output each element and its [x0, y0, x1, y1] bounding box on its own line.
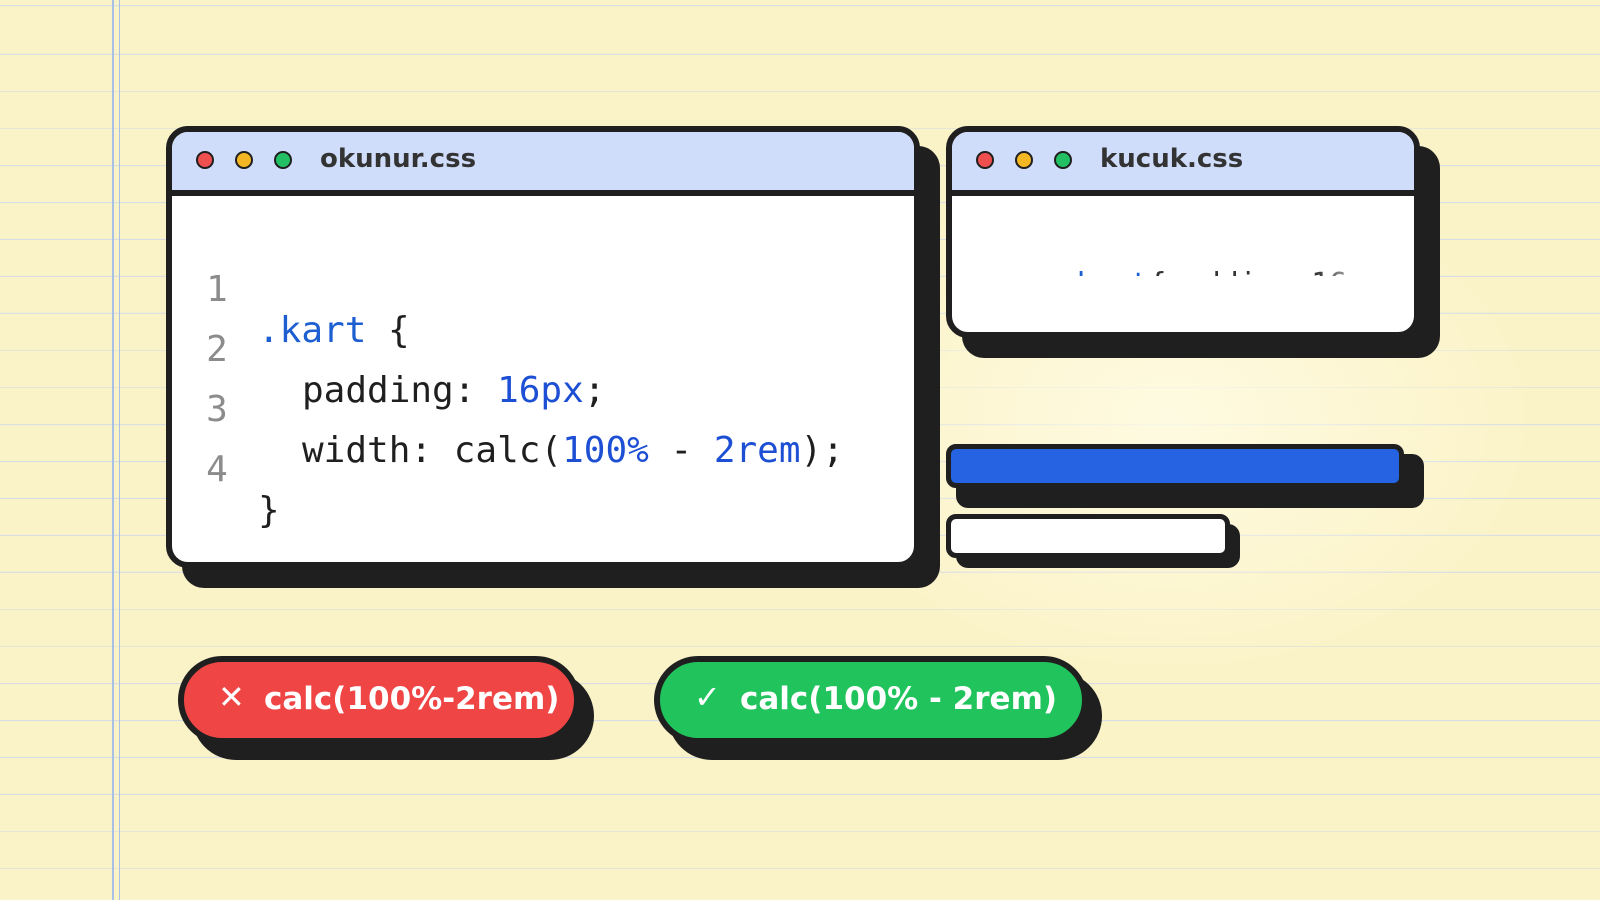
maximize-dot-icon[interactable]: [274, 151, 292, 169]
line-number: 4: [206, 449, 228, 490]
code-block: 1 .kart { 2 padding: 16px; 3 width: calc…: [202, 228, 892, 531]
code-operator: -: [648, 430, 714, 471]
css-value: 16px: [497, 370, 584, 411]
minified-code: .kart{padding:16px;wid: [986, 232, 1386, 276]
window-titlebar: kucuk.css: [952, 132, 1414, 196]
text-fade-overlay: [1316, 232, 1386, 276]
width-bar-white: [946, 514, 1230, 558]
notebook-margin-line: [112, 0, 114, 900]
minimize-dot-icon[interactable]: [1015, 151, 1033, 169]
width-bar-blue: [946, 444, 1404, 488]
code-line-3: 3 width: calc(100% - 2rem);: [202, 348, 844, 471]
code-window-readable: okunur.css 1 .kart { 2 padding: 16px; 3 …: [166, 126, 940, 588]
wrong-syntax-badge: ✕ calc(100%-2rem): [178, 656, 580, 744]
window-titlebar: okunur.css: [172, 132, 914, 196]
css-value: 2rem: [713, 430, 801, 471]
code-text: }: [258, 490, 280, 531]
close-dot-icon[interactable]: [196, 151, 214, 169]
window-title: kucuk.css: [1100, 144, 1244, 174]
minimize-dot-icon[interactable]: [235, 151, 253, 169]
css-property: width: calc(: [302, 430, 563, 471]
notebook-margin-line-thin: [119, 0, 120, 900]
css-selector: .kart: [1058, 267, 1148, 276]
wrong-syntax-label: calc(100%-2rem): [264, 681, 560, 717]
code-text: {: [366, 310, 410, 351]
check-icon: ✓: [694, 678, 721, 716]
code-text: ;: [583, 370, 606, 411]
window-title: okunur.css: [320, 144, 477, 174]
correct-syntax-badge: ✓ calc(100% - 2rem): [654, 656, 1088, 744]
correct-syntax-label: calc(100% - 2rem): [740, 681, 1058, 717]
close-dot-icon[interactable]: [976, 151, 994, 169]
bar-track-full: [946, 444, 1424, 508]
bar-track-narrow: [946, 514, 1414, 568]
code-line-1: 1 .kart {: [202, 228, 410, 351]
css-value: 100%: [562, 430, 649, 471]
code-window-small: kucuk.css .kart{padding:16px;wid: [946, 126, 1440, 358]
code-line-4: 4 }: [202, 408, 332, 531]
code-line-2: 2 padding: 16px;: [202, 288, 605, 411]
code-text: );: [800, 430, 844, 471]
maximize-dot-icon[interactable]: [1054, 151, 1072, 169]
x-icon: ✕: [218, 678, 245, 716]
